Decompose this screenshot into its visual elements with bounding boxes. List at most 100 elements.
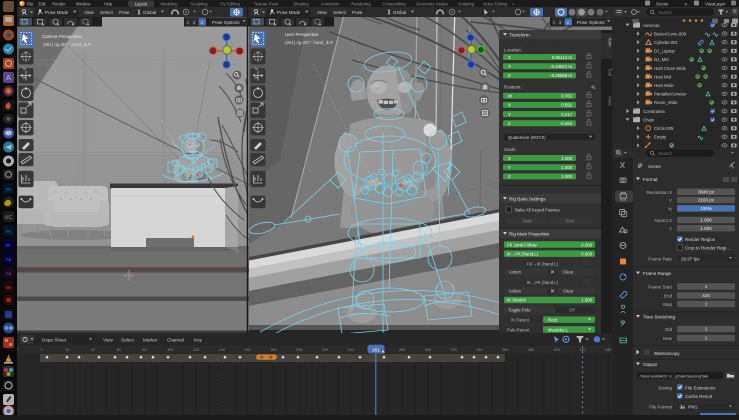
- svg-text:Start: Start: [522, 219, 532, 224]
- svg-text:New: New: [663, 336, 673, 341]
- svg-text:Frame Start: Frame Start: [648, 284, 673, 289]
- svg-text:X: X: [508, 55, 511, 60]
- svg-text:Pose Options: Pose Options: [577, 20, 605, 25]
- svg-text:Toggle Pole: Toggle Pole: [508, 308, 531, 313]
- svg-text:Cache Result: Cache Result: [685, 394, 713, 399]
- svg-text:Marker: Marker: [143, 338, 158, 343]
- svg-text:Chain: Chain: [643, 117, 655, 122]
- svg-text:Stereoscopy: Stereoscopy: [654, 351, 680, 356]
- svg-text:280: 280: [399, 348, 405, 352]
- svg-text:240: 240: [347, 348, 353, 352]
- svg-text:Location:: Location:: [504, 48, 522, 53]
- svg-text:(261) rig.007 : hand_ik.R: (261) rig.007 : hand_ik.R: [43, 42, 91, 47]
- svg-text:Dope Sheet: Dope Sheet: [42, 338, 67, 343]
- svg-text:1.000: 1.000: [581, 298, 592, 303]
- svg-text:20: 20: [65, 348, 69, 352]
- svg-text:IK Parent: IK Parent: [511, 317, 530, 322]
- svg-text:Host Mid: Host Mid: [654, 74, 672, 79]
- svg-text:-0.29558 m: -0.29558 m: [550, 73, 572, 78]
- svg-text:IK→FK (hand.L): IK→FK (hand.L): [527, 280, 559, 285]
- svg-text:FK Limb Follow: FK Limb Follow: [507, 242, 538, 247]
- svg-text:View: View: [103, 338, 114, 343]
- svg-text:300: 300: [425, 348, 431, 352]
- svg-text:PNG: PNG: [688, 405, 698, 410]
- svg-text:FK→IK (hand.L): FK→IK (hand.L): [527, 262, 559, 267]
- svg-text:Bake All Keyed Frames: Bake All Keyed Frames: [515, 208, 560, 213]
- svg-text:-0.43021 m: -0.43021 m: [550, 64, 572, 69]
- svg-text:X: X: [567, 20, 570, 25]
- svg-text:X: X: [508, 103, 511, 108]
- svg-text:Select: Select: [121, 338, 134, 343]
- svg-text:0.000: 0.000: [581, 251, 592, 256]
- svg-text:Step: Step: [663, 302, 673, 307]
- svg-text:End: End: [566, 219, 574, 224]
- svg-text:Scale:: Scale:: [504, 147, 516, 152]
- svg-text:Select: Select: [333, 10, 346, 15]
- svg-text:Pose Mode: Pose Mode: [45, 10, 69, 15]
- svg-text:2160 px: 2160 px: [698, 198, 715, 203]
- svg-text:4L: 4L: [591, 85, 596, 90]
- svg-text:Z: Z: [508, 174, 511, 179]
- svg-text:400: 400: [554, 348, 560, 352]
- svg-text:261: 261: [372, 347, 380, 352]
- svg-text:Rig Main Properties: Rig Main Properties: [509, 232, 550, 237]
- svg-text:Transform: Transform: [509, 33, 530, 38]
- svg-text:%: %: [668, 206, 672, 211]
- svg-text:Y: Y: [669, 226, 672, 231]
- svg-text:0.763: 0.763: [561, 94, 572, 99]
- svg-text:Root: Root: [548, 317, 558, 322]
- svg-text:440: 440: [605, 348, 611, 352]
- svg-text:Channel: Channel: [167, 338, 184, 343]
- svg-text:0: 0: [40, 348, 42, 352]
- svg-text:0.000: 0.000: [581, 242, 592, 247]
- svg-text:DJ_Mid: DJ_Mid: [654, 57, 669, 62]
- svg-text:3840 px: 3840 px: [698, 189, 715, 194]
- svg-text:Render Region: Render Region: [685, 237, 716, 242]
- svg-text:Output: Output: [643, 362, 658, 367]
- svg-text:Y: Y: [508, 64, 511, 69]
- svg-text:File Format: File Format: [649, 405, 673, 410]
- svg-text:PantallaVUmeter: PantallaVUmeter: [654, 92, 687, 97]
- svg-text:0.217: 0.217: [561, 112, 572, 117]
- svg-text:Time Stretching: Time Stretching: [643, 314, 675, 319]
- svg-text:1.000: 1.000: [700, 218, 712, 223]
- svg-text:Quaternion (WXYZ): Quaternion (WXYZ): [508, 135, 546, 140]
- svg-text:File Extensions: File Extensions: [685, 385, 716, 390]
- svg-text:1.000: 1.000: [561, 156, 572, 161]
- svg-text:X: X: [201, 20, 204, 25]
- svg-text:180: 180: [270, 348, 276, 352]
- svg-text:Resolution X: Resolution X: [646, 190, 672, 195]
- svg-text:(261) rig.007 : hand_ik.R: (261) rig.007 : hand_ik.R: [285, 40, 333, 45]
- svg-text:1.000: 1.000: [561, 165, 572, 170]
- svg-text:View: View: [317, 10, 328, 15]
- svg-text:IK Stretch: IK Stretch: [507, 298, 526, 303]
- svg-text:340: 340: [476, 348, 482, 352]
- svg-text:Y: Y: [508, 165, 511, 170]
- svg-text:Old: Old: [665, 327, 673, 332]
- svg-text:40: 40: [91, 348, 95, 352]
- svg-text:End: End: [664, 293, 673, 298]
- svg-text:Z: Z: [508, 73, 511, 78]
- svg-text:Scene: Scene: [648, 164, 661, 169]
- svg-text:IK→FK (hand.L): IK→FK (hand.L): [507, 251, 539, 256]
- svg-text:Pose Options: Pose Options: [212, 20, 240, 25]
- svg-text:29.97 fps: 29.97 fps: [681, 256, 700, 261]
- svg-text:Key: Key: [194, 338, 203, 343]
- svg-text:220: 220: [322, 348, 328, 352]
- svg-text:200: 200: [296, 348, 302, 352]
- svg-text:Off: Off: [569, 308, 575, 313]
- svg-text:-20: -20: [13, 348, 19, 352]
- svg-text:0.591: 0.591: [561, 103, 572, 108]
- svg-text:1.000: 1.000: [700, 226, 712, 231]
- svg-text:Pole Parent: Pole Parent: [507, 327, 530, 332]
- svg-text:shoulder.L: shoulder.L: [548, 327, 568, 332]
- svg-text:Rotation:: Rotation:: [504, 85, 522, 90]
- svg-text:Action: Action: [509, 270, 522, 275]
- svg-text:Z: Z: [508, 121, 511, 126]
- svg-text:100: 100: [167, 348, 173, 352]
- svg-text:Host Wide: Host Wide: [654, 83, 674, 88]
- svg-text:Crop to Render Regi...: Crop to Render Regi...: [685, 245, 730, 250]
- svg-text:Frame Rate: Frame Rate: [648, 256, 672, 261]
- svg-text:-0.263: -0.263: [560, 121, 573, 126]
- svg-text:Aspect X: Aspect X: [654, 218, 672, 223]
